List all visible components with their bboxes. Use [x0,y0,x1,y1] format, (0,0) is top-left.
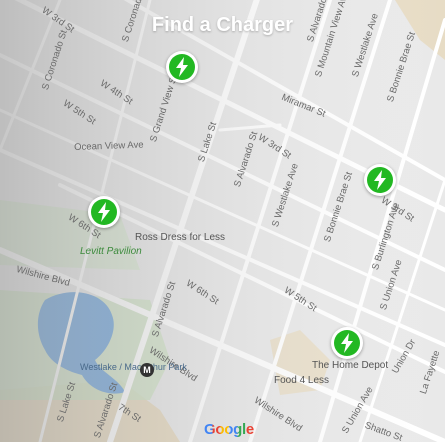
google-logo: Google [204,421,254,438]
place-label-levitt-pavilion[interactable]: Levitt Pavilion [80,246,142,257]
lightning-bolt-icon [367,167,393,193]
metro-station-icon[interactable]: M [140,363,154,377]
lightning-bolt-icon [334,330,360,356]
place-label-ross[interactable]: Ross Dress for Less [135,232,225,243]
charger-pin-1[interactable] [166,51,198,83]
google-logo-text: Google [204,421,254,438]
page-title: Find a Charger [151,14,294,36]
lightning-bolt-icon [169,54,195,80]
map-view[interactable]: W 3rd St S Coronado S Alvarado S Mountai… [0,0,445,442]
place-label-metro-station[interactable]: Westlake / MacArthur Park [80,362,187,372]
lightning-bolt-icon [91,199,117,225]
charger-pin-3[interactable] [364,164,396,196]
place-label-food-4-less[interactable]: Food 4 Less [274,375,329,386]
place-label-home-depot[interactable]: The Home Depot [312,360,388,371]
charger-pin-4[interactable] [331,327,363,359]
charger-pin-2[interactable] [88,196,120,228]
